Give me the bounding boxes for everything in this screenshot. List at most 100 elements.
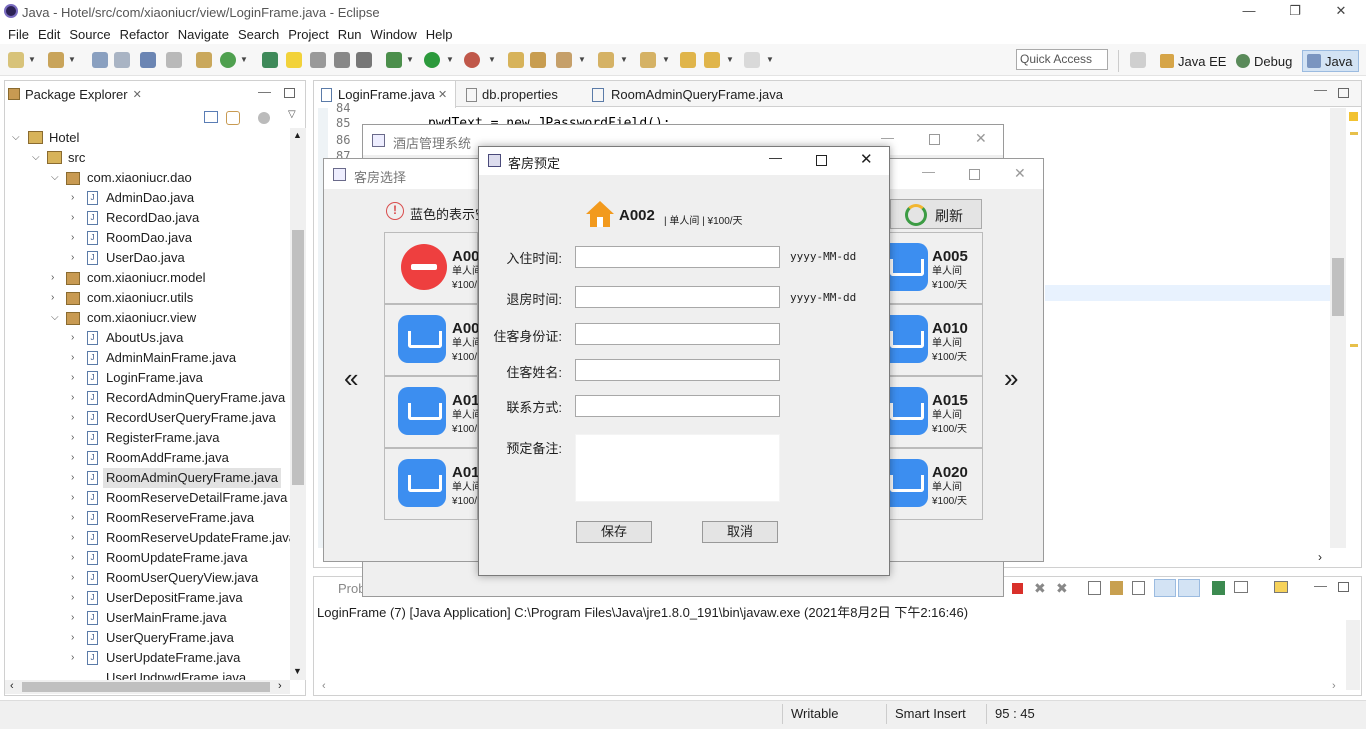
minimize-editor-icon[interactable]: — bbox=[1314, 82, 1327, 97]
minimize-console-icon[interactable]: — bbox=[1314, 578, 1327, 593]
editor-vscroll-thumb[interactable] bbox=[1332, 258, 1344, 316]
dialog-close-button[interactable]: ✕ bbox=[860, 150, 873, 168]
paragraph-icon[interactable] bbox=[356, 52, 372, 68]
expand-icon[interactable]: › bbox=[71, 432, 74, 443]
expand-icon[interactable]: › bbox=[71, 492, 74, 503]
tree-item-file[interactable]: RoomDao.java bbox=[103, 228, 195, 248]
tree-item-model[interactable]: com.xiaoniucr.model bbox=[87, 268, 206, 288]
expand-icon[interactable]: › bbox=[71, 572, 74, 583]
refresh-button[interactable]: 刷新 bbox=[890, 199, 982, 229]
tree-item-file[interactable]: UserQueryFrame.java bbox=[103, 628, 237, 648]
expand-icon[interactable]: › bbox=[71, 592, 74, 603]
tree-item-file[interactable]: RoomUserQueryView.java bbox=[103, 568, 261, 588]
dialog-maximize-button[interactable] bbox=[816, 155, 827, 166]
maximize-editor-icon[interactable] bbox=[1338, 88, 1349, 98]
back-icon[interactable] bbox=[704, 52, 720, 68]
search-tool-icon[interactable] bbox=[556, 52, 572, 68]
forward-icon[interactable] bbox=[744, 52, 760, 68]
expand-icon[interactable]: › bbox=[71, 452, 74, 463]
scroll-right-icon[interactable]: › bbox=[278, 680, 282, 692]
dialog-minimize-button[interactable]: — bbox=[769, 150, 782, 165]
last-edit-icon[interactable] bbox=[680, 52, 696, 68]
remove-all-icon[interactable]: ✖ bbox=[1056, 580, 1068, 597]
tree-item-view[interactable]: com.xiaoniucr.view bbox=[87, 308, 196, 328]
tree-item-utils[interactable]: com.xiaoniucr.utils bbox=[87, 288, 193, 308]
next-annotation-icon[interactable] bbox=[598, 52, 614, 68]
room-minimize-button[interactable]: — bbox=[922, 164, 935, 179]
scroll-down-icon[interactable]: ▼ bbox=[293, 666, 302, 676]
maximize-view-icon[interactable] bbox=[284, 88, 295, 98]
editor-tab-label[interactable]: LoginFrame.java bbox=[338, 84, 435, 106]
close-button[interactable]: ✕ bbox=[1318, 0, 1364, 24]
menu-run[interactable]: Run bbox=[338, 27, 362, 42]
expand-icon[interactable]: › bbox=[71, 352, 74, 363]
remove-launch-icon[interactable]: ✖ bbox=[1034, 580, 1046, 597]
open-perspective-icon[interactable] bbox=[1130, 52, 1146, 68]
menu-help[interactable]: Help bbox=[426, 27, 453, 42]
open-folder-icon[interactable] bbox=[530, 52, 546, 68]
contact-input[interactable] bbox=[575, 395, 780, 417]
hotel-close-button[interactable]: ✕ bbox=[975, 130, 987, 147]
tree-item-file[interactable]: LoginFrame.java bbox=[103, 368, 206, 388]
tree-item-file[interactable]: RecordUserQueryFrame.java bbox=[103, 408, 279, 428]
expand-icon[interactable]: › bbox=[71, 612, 74, 623]
save-icon[interactable] bbox=[92, 52, 108, 68]
next-page-button[interactable]: » bbox=[1004, 363, 1018, 394]
filter-icon[interactable] bbox=[258, 112, 270, 124]
tree-item-file[interactable]: AdminMainFrame.java bbox=[103, 348, 239, 368]
tree-item-file[interactable]: RoomAdminQueryFrame.java bbox=[103, 468, 281, 488]
menu-window[interactable]: Window bbox=[371, 27, 417, 42]
scroll-left-icon[interactable]: ‹ bbox=[10, 680, 14, 692]
save-button[interactable]: 保存 bbox=[576, 521, 652, 543]
menu-file[interactable]: File bbox=[8, 27, 29, 42]
room-close-button[interactable]: ✕ bbox=[1014, 165, 1026, 182]
expand-icon[interactable]: › bbox=[71, 332, 74, 343]
show-whitespace-icon[interactable] bbox=[334, 52, 350, 68]
debug-icon[interactable] bbox=[386, 52, 402, 68]
prev-page-button[interactable]: « bbox=[344, 363, 358, 394]
menu-refactor[interactable]: Refactor bbox=[120, 27, 169, 42]
pin-console-icon[interactable] bbox=[1212, 581, 1225, 595]
close-tab-icon[interactable]: ✕ bbox=[133, 88, 142, 101]
tree-item-file[interactable]: UserDao.java bbox=[103, 248, 188, 268]
collapse-all-icon[interactable] bbox=[204, 111, 218, 123]
idcard-input[interactable] bbox=[575, 323, 780, 345]
tree-item-src[interactable]: src bbox=[68, 148, 85, 168]
restore-button[interactable]: ❐ bbox=[1272, 0, 1318, 24]
console-vertical-scrollbar[interactable] bbox=[1346, 620, 1360, 690]
console-scroll-right-icon[interactable]: › bbox=[1332, 680, 1336, 692]
tree-item-file[interactable]: RoomUpdateFrame.java bbox=[103, 548, 251, 568]
show-on-output-icon[interactable] bbox=[1154, 579, 1176, 597]
console-scroll-left-icon[interactable]: ‹ bbox=[322, 680, 326, 692]
show-on-error-icon[interactable] bbox=[1178, 579, 1200, 597]
open-console-icon[interactable] bbox=[1274, 581, 1288, 593]
scroll-up-icon[interactable]: ▲ bbox=[293, 130, 302, 140]
expand-icon[interactable]: › bbox=[71, 192, 74, 203]
checkin-date-input[interactable] bbox=[575, 246, 780, 268]
save-all-icon[interactable] bbox=[114, 52, 130, 68]
tree-item-file[interactable]: UserDepositFrame.java bbox=[103, 588, 246, 608]
tree-item-file[interactable]: RoomAddFrame.java bbox=[103, 448, 232, 468]
warning-marker-icon[interactable] bbox=[1349, 112, 1358, 121]
tree-item-file[interactable]: RecordAdminQueryFrame.java bbox=[103, 388, 288, 408]
menu-search[interactable]: Search bbox=[238, 27, 279, 42]
prev-annotation-icon[interactable] bbox=[640, 52, 656, 68]
tree-item-dao[interactable]: com.xiaoniucr.dao bbox=[87, 168, 192, 188]
clear-console-icon[interactable] bbox=[1088, 581, 1101, 595]
console-icon[interactable] bbox=[140, 52, 156, 68]
hotel-maximize-button[interactable] bbox=[929, 134, 940, 145]
hotel-minimize-button[interactable]: — bbox=[881, 130, 894, 145]
perspective-java-ee[interactable]: Java EE bbox=[1160, 50, 1226, 72]
tree-item-file[interactable]: RegisterFrame.java bbox=[103, 428, 222, 448]
tree-item-file[interactable]: AboutUs.java bbox=[103, 328, 186, 348]
maximize-console-icon[interactable] bbox=[1338, 582, 1349, 592]
view-menu-icon[interactable]: ▽ bbox=[288, 109, 296, 120]
marker-icon[interactable] bbox=[262, 52, 278, 68]
expand-icon[interactable]: › bbox=[71, 412, 74, 423]
link-editor-icon[interactable] bbox=[226, 111, 240, 125]
remark-textarea[interactable] bbox=[575, 434, 780, 502]
perspective-java[interactable]: Java bbox=[1302, 50, 1360, 72]
word-wrap-icon[interactable] bbox=[1132, 581, 1145, 595]
tree-item-file[interactable]: RoomReserveFrame.java bbox=[103, 508, 257, 528]
perspective-debug[interactable]: Debug bbox=[1236, 50, 1292, 72]
